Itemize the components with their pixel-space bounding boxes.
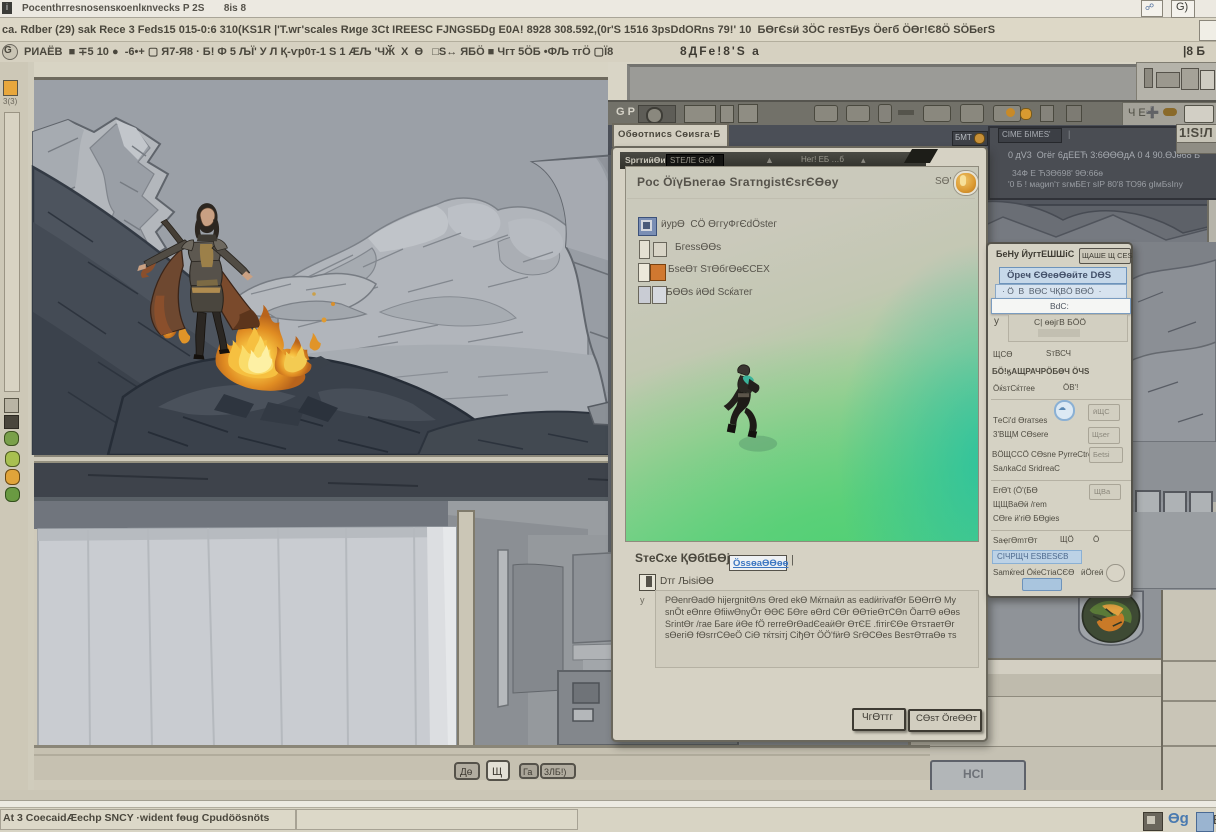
svg-text:Дө: Дө [460, 767, 473, 778]
svg-text:3ЛБ!): 3ЛБ!) [544, 767, 566, 777]
svg-text:Га: Га [523, 767, 532, 777]
svg-text:Щ: Щ [492, 766, 502, 778]
